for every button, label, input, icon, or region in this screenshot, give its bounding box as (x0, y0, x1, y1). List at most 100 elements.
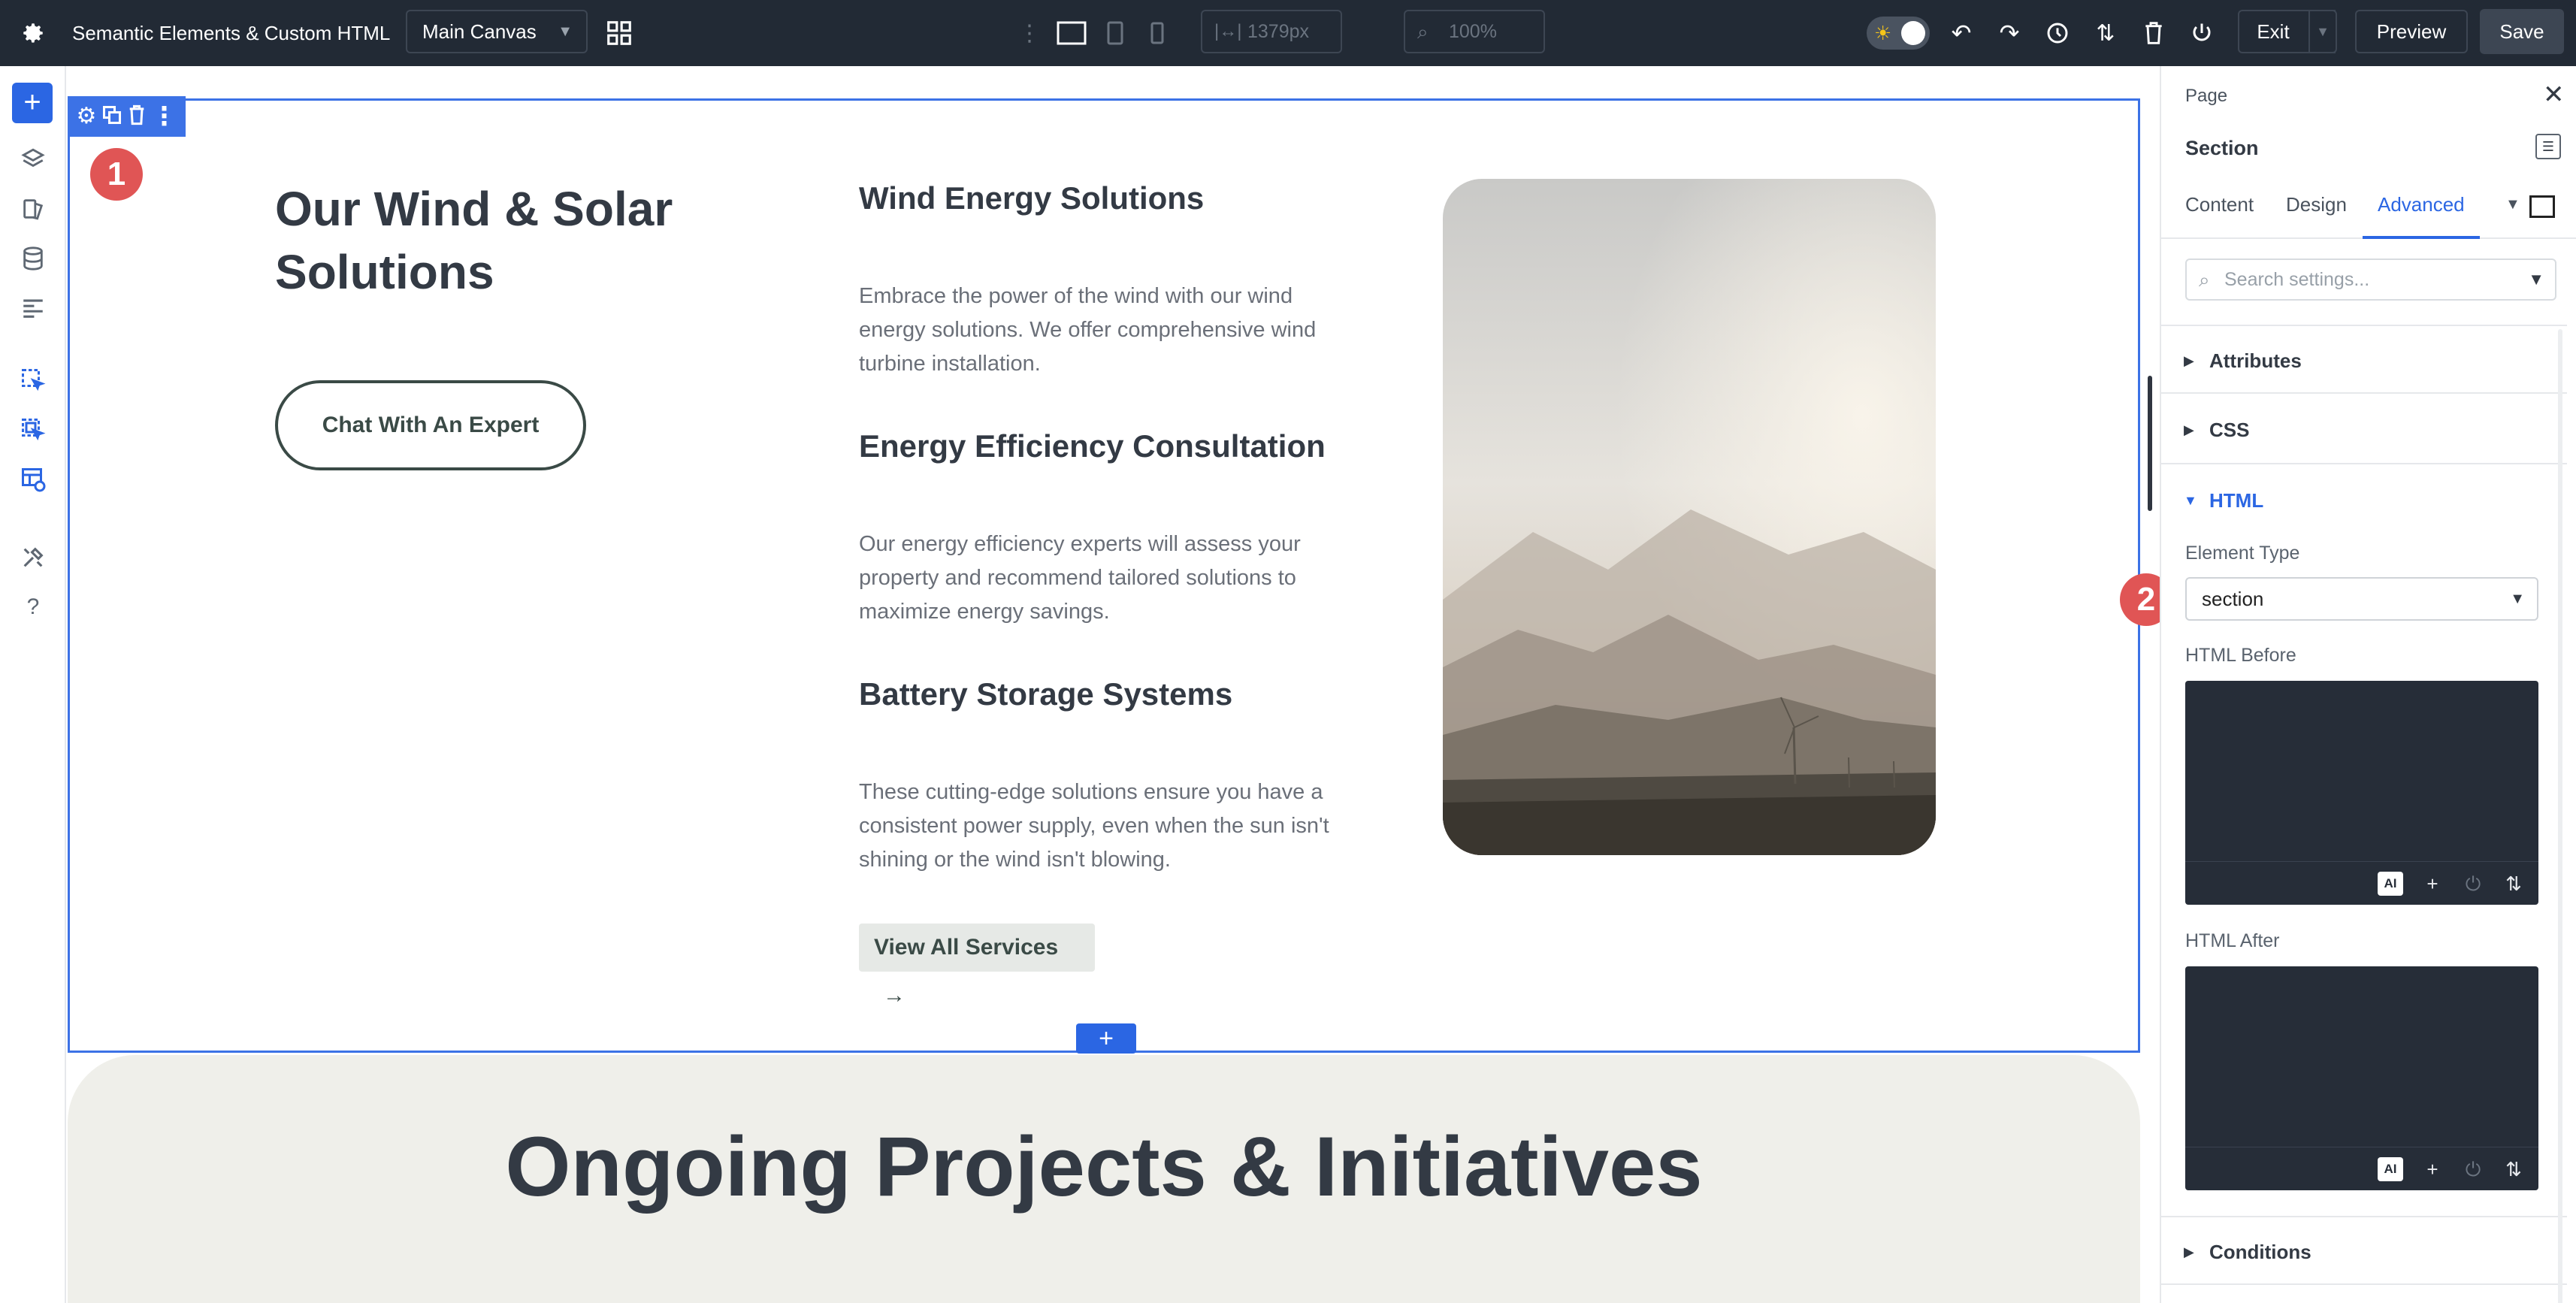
caret-right-icon: ▶ (2184, 353, 2194, 368)
add-icon[interactable]: + (2420, 871, 2445, 896)
power-icon[interactable] (2185, 17, 2218, 50)
section-heading: Our Wind & Solar Solutions (275, 182, 673, 299)
tab-design[interactable]: Design (2286, 179, 2347, 239)
settings-search-input[interactable]: ⌕ Search settings... ▼ (2185, 258, 2556, 301)
more-options-icon[interactable]: ⋮ (151, 104, 177, 129)
tools-icon[interactable] (14, 538, 53, 577)
database-icon[interactable] (14, 239, 53, 278)
view-all-label: View All Services (874, 935, 1059, 960)
service-description: Our energy efficiency experts will asses… (859, 532, 1301, 624)
width-icon: |↔| (1214, 21, 1242, 41)
element-type-label: Element Type (2185, 543, 2300, 564)
panel-element-title: Section (2185, 137, 2259, 159)
tablet-view-icon[interactable] (1100, 17, 1130, 50)
view-all-services-button[interactable]: View All Services → (859, 924, 1095, 1008)
accordion-label: Conditions (2209, 1241, 2311, 1263)
panel-options-icon[interactable]: ☰ (2535, 134, 2561, 159)
editor-toolbar: AI + ⏻ ⇅ (2185, 1147, 2538, 1190)
canvas-select-value: Main Canvas (422, 20, 537, 43)
service-description: These cutting-edge solutions ensure you … (859, 780, 1329, 872)
element-type-select[interactable]: section ▼ (2185, 577, 2538, 621)
tab-advanced[interactable]: Advanced (2363, 179, 2480, 239)
accordion-css[interactable]: ▶ CSS (2161, 395, 2567, 464)
html-after-editor[interactable]: AI + ⏻ ⇅ (2185, 966, 2538, 1190)
redo-icon[interactable]: ↷ (1993, 17, 2026, 50)
html-after-label: HTML After (2185, 930, 2280, 951)
save-button[interactable]: Save (2480, 9, 2564, 54)
filter-icon[interactable]: ▼ (2528, 260, 2544, 299)
panel-breadcrumb: Page (2185, 86, 2228, 106)
trash-icon[interactable] (2137, 17, 2170, 50)
ai-icon[interactable]: AI (2378, 1157, 2403, 1181)
accordion-attributes[interactable]: ▶ Attributes (2161, 325, 2567, 394)
global-template-icon[interactable] (14, 410, 53, 449)
page-title: Semantic Elements & Custom HTML (72, 22, 391, 44)
trash-icon[interactable] (128, 104, 146, 129)
sort-icon[interactable]: ⇅ (2501, 1156, 2526, 1182)
help-icon[interactable]: ? (14, 588, 53, 627)
canvas-select[interactable]: Main Canvas ▼ (406, 10, 588, 53)
search-icon: ⌕ (1417, 20, 1429, 43)
duplicate-icon[interactable] (101, 104, 122, 129)
add-element-button[interactable]: + (12, 83, 53, 123)
service-title: Wind Energy Solutions (859, 180, 1205, 216)
service-description: Embrace the power of the wind with our w… (859, 284, 1317, 376)
list-layout-icon[interactable] (14, 289, 53, 328)
ai-icon[interactable]: AI (2378, 872, 2403, 896)
add-section-button[interactable]: + (1076, 1023, 1136, 1054)
chevron-down-icon: ▼ (2510, 591, 2525, 607)
step-marker-1: 1 (90, 148, 143, 201)
responsive-view-icon[interactable] (2529, 195, 2555, 218)
undo-icon[interactable]: ↶ (1945, 17, 1978, 50)
builder-canvas: ⚙ ⋮ 1 Our Wind & Solar Solutions Chat Wi… (68, 66, 2160, 1303)
add-icon[interactable]: + (2420, 1156, 2445, 1182)
preview-button[interactable]: Preview (2355, 10, 2468, 53)
sort-icon[interactable]: ⇅ (2089, 17, 2122, 50)
layers-icon[interactable] (14, 140, 53, 179)
history-icon[interactable] (2041, 17, 2074, 50)
caret-right-icon: ▶ (2184, 1244, 2194, 1259)
search-icon: ⌕ (2199, 268, 2210, 291)
width-input[interactable]: |↔| 1379px (1201, 10, 1342, 53)
zoom-value: 100% (1449, 21, 1497, 42)
settings-panel: Page ✕ Section ☰ Content Design Advanced… (2160, 66, 2576, 1303)
caret-down-icon: ▼ (2184, 493, 2197, 508)
width-value: 1379px (1247, 21, 1310, 42)
search-placeholder: Search settings... (2224, 269, 2370, 290)
layout-settings-icon[interactable] (14, 460, 53, 499)
settings-gear-icon[interactable] (17, 17, 50, 50)
sun-icon: ☀ (1874, 22, 1892, 44)
theme-toggle[interactable]: ☀ (1867, 17, 1930, 50)
left-sidebar: + ? (0, 66, 66, 1303)
chat-with-expert-button[interactable]: Chat With An Expert (275, 380, 586, 470)
power-icon[interactable]: ⏻ (2460, 1156, 2486, 1182)
editor-toolbar: AI + ⏻ ⇅ (2185, 861, 2538, 905)
settings-icon[interactable]: ⚙ (77, 105, 97, 128)
html-before-editor[interactable]: AI + ⏻ ⇅ (2185, 681, 2538, 905)
grid-layout-icon[interactable] (601, 15, 637, 51)
drag-handle-icon[interactable]: ⋮ (1018, 17, 1041, 50)
panel-scrollbar[interactable] (2558, 329, 2562, 1303)
canvas-scrollbar[interactable] (2148, 376, 2152, 511)
template-icon[interactable] (14, 361, 53, 400)
close-icon[interactable]: ✕ (2543, 80, 2565, 110)
chevron-down-icon[interactable]: ▼ (2308, 10, 2337, 53)
desktop-view-icon[interactable] (1054, 17, 1090, 50)
exit-button[interactable]: Exit ▼ (2238, 10, 2337, 53)
html-before-label: HTML Before (2185, 645, 2296, 666)
accordion-conditions[interactable]: ▶ Conditions (2161, 1216, 2567, 1285)
toggle-knob (1901, 21, 1925, 45)
sort-icon[interactable]: ⇅ (2501, 871, 2526, 896)
accordion-label: HTML (2209, 489, 2264, 512)
phone-view-icon[interactable] (1142, 17, 1172, 50)
chevron-down-icon[interactable]: ▼ (2505, 179, 2520, 239)
accordion-html[interactable]: ▼ HTML (2161, 466, 2567, 535)
tab-content[interactable]: Content (2185, 179, 2254, 239)
arrow-right-icon: → (883, 983, 906, 1008)
pages-icon[interactable] (14, 189, 53, 228)
service-title: Battery Storage Systems (859, 676, 1233, 712)
zoom-input[interactable]: ⌕ 100% (1404, 10, 1545, 53)
power-icon[interactable]: ⏻ (2460, 871, 2486, 896)
chevron-down-icon: ▼ (558, 23, 573, 40)
projects-heading: Ongoing Projects & Initiatives (505, 1120, 1703, 1214)
